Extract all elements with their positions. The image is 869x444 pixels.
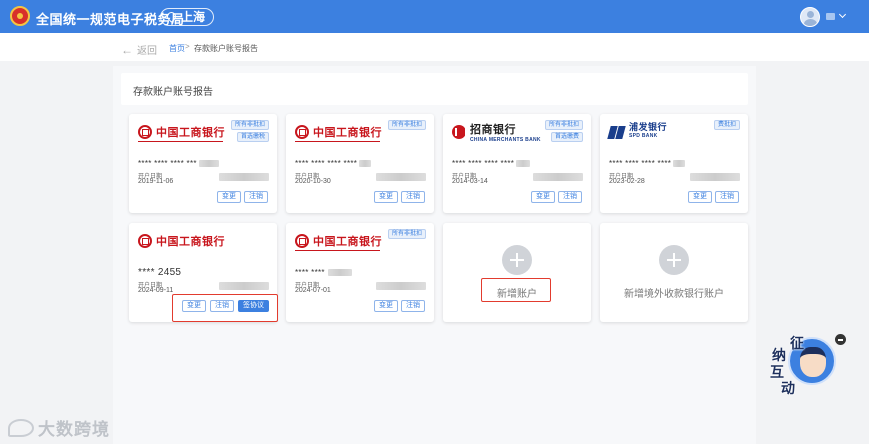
breadcrumb-home[interactable]: 首页	[169, 43, 185, 54]
cancel-account-button[interactable]: 注销	[244, 191, 268, 203]
change-button[interactable]: 变更	[182, 300, 206, 312]
icbc-logo-icon	[138, 234, 152, 248]
open-date: 2024-09-11	[138, 287, 174, 294]
icbc-logo-icon	[295, 234, 309, 248]
watermark-logo-icon	[8, 418, 34, 437]
watermark: 大数跨境	[8, 415, 110, 440]
open-date: 2014-03-14	[452, 178, 488, 185]
region-label: 上海	[181, 10, 206, 24]
account-number: **** **** **** ****	[452, 159, 531, 168]
breadcrumb: ← 返回 首页 > 存款账户账号报告	[0, 33, 869, 61]
logo-underline	[138, 141, 223, 142]
account-tag: 费批扣	[713, 120, 740, 130]
change-button[interactable]: 变更	[217, 191, 241, 203]
account-tag: 首选缴税	[236, 132, 269, 142]
top-bar: 全国统一规范电子税务局 上海	[0, 0, 869, 33]
account-tag: 首选缴费	[550, 132, 583, 142]
account-card: 中国工商银行 所有非批扣 **** **** 开户日期 2024-07-01 变…	[286, 223, 434, 322]
account-card: 中国工商银行 所有非批扣 首选缴税 **** **** **** *** 开户日…	[129, 114, 277, 213]
account-tag: 所有非批扣	[230, 120, 269, 130]
logo-underline	[295, 141, 380, 142]
add-account-label: 新增账户	[497, 289, 537, 300]
region-selector[interactable]: 上海	[160, 8, 215, 26]
close-icon[interactable]	[835, 334, 846, 345]
account-tag: 所有非批扣	[387, 120, 426, 130]
interaction-mascot[interactable]: 征 纳 互 动	[768, 333, 836, 396]
bank-logo: 中国工商银行	[138, 233, 225, 249]
sign-agreement-button[interactable]: 签协议	[238, 300, 269, 312]
redacted-info	[376, 173, 426, 181]
add-foreign-account-card[interactable]: 新增境外收款银行账户	[600, 223, 748, 322]
add-account-card[interactable]: 新增账户	[443, 223, 591, 322]
bank-logo: 中国工商银行	[295, 233, 382, 249]
change-button[interactable]: 变更	[688, 191, 712, 203]
breadcrumb-current: 存款账户账号报告	[194, 44, 258, 53]
mascot-char: 征	[790, 335, 804, 351]
account-number: **** ****	[295, 268, 352, 277]
icbc-logo-icon	[138, 125, 152, 139]
account-number: **** 2455	[138, 267, 182, 278]
user-name-redacted	[826, 13, 835, 20]
change-button[interactable]: 变更	[531, 191, 555, 203]
cancel-account-button[interactable]: 注销	[401, 300, 425, 312]
change-button[interactable]: 变更	[374, 191, 398, 203]
account-card: 中国工商银行 所有非批扣 **** **** **** **** 开户日期 20…	[286, 114, 434, 213]
bank-logo: 招商银行 CHINA MERCHANTS BANK	[452, 124, 541, 143]
bank-logo: 浦发银行 SPD BANK	[609, 123, 667, 140]
add-foreign-account-label: 新增境外收款银行账户	[624, 289, 724, 300]
mascot-char: 动	[781, 380, 795, 396]
chevron-down-icon[interactable]	[838, 10, 847, 19]
cancel-account-button[interactable]: 注销	[401, 191, 425, 203]
plus-icon	[659, 245, 689, 275]
redacted-info	[376, 282, 426, 290]
bank-logo: 中国工商银行	[295, 124, 382, 140]
plus-icon	[502, 245, 532, 275]
account-tag: 所有非批扣	[544, 120, 583, 130]
redacted-info	[219, 282, 269, 290]
account-card: 浦发银行 SPD BANK 费批扣 **** **** **** **** 开户日…	[600, 114, 748, 213]
breadcrumb-separator: >	[185, 42, 190, 51]
logo-underline	[295, 250, 380, 251]
account-number: **** **** **** ****	[609, 159, 686, 168]
cmb-logo-icon	[452, 125, 467, 139]
open-date: 2023-02-28	[609, 178, 645, 185]
account-tag: 所有非批扣	[387, 229, 426, 239]
cancel-account-button[interactable]: 注销	[210, 300, 234, 312]
account-number: **** **** **** ****	[295, 159, 372, 168]
open-date: 2020-10-30	[295, 178, 331, 185]
back-button[interactable]: ← 返回	[121, 42, 157, 57]
account-card: 中国工商银行 **** 2455 开户日期 2024-09-11 变更 注销 签…	[129, 223, 277, 322]
cancel-account-button[interactable]: 注销	[558, 191, 582, 203]
redacted-info	[690, 173, 740, 181]
redacted-info	[219, 173, 269, 181]
account-card: 招商银行 CHINA MERCHANTS BANK 所有非批扣 首选缴费 ****…	[443, 114, 591, 213]
section-title: 存款账户账号报告	[133, 87, 213, 98]
open-date: 2024-07-01	[295, 287, 331, 294]
icbc-logo-icon	[295, 125, 309, 139]
change-button[interactable]: 变更	[374, 300, 398, 312]
arrow-left-icon: ←	[121, 43, 133, 57]
spd-logo-icon	[609, 126, 625, 139]
redacted-info	[533, 173, 583, 181]
location-pin-icon	[165, 10, 178, 23]
bank-logo: 中国工商银行	[138, 124, 225, 140]
user-avatar[interactable]	[800, 7, 820, 27]
cancel-account-button[interactable]: 注销	[715, 191, 739, 203]
section-header: 存款账户账号报告	[121, 73, 748, 105]
account-number: **** **** **** ***	[138, 159, 219, 168]
open-date: 2019-11-06	[138, 178, 174, 185]
tax-emblem-icon	[10, 6, 30, 26]
